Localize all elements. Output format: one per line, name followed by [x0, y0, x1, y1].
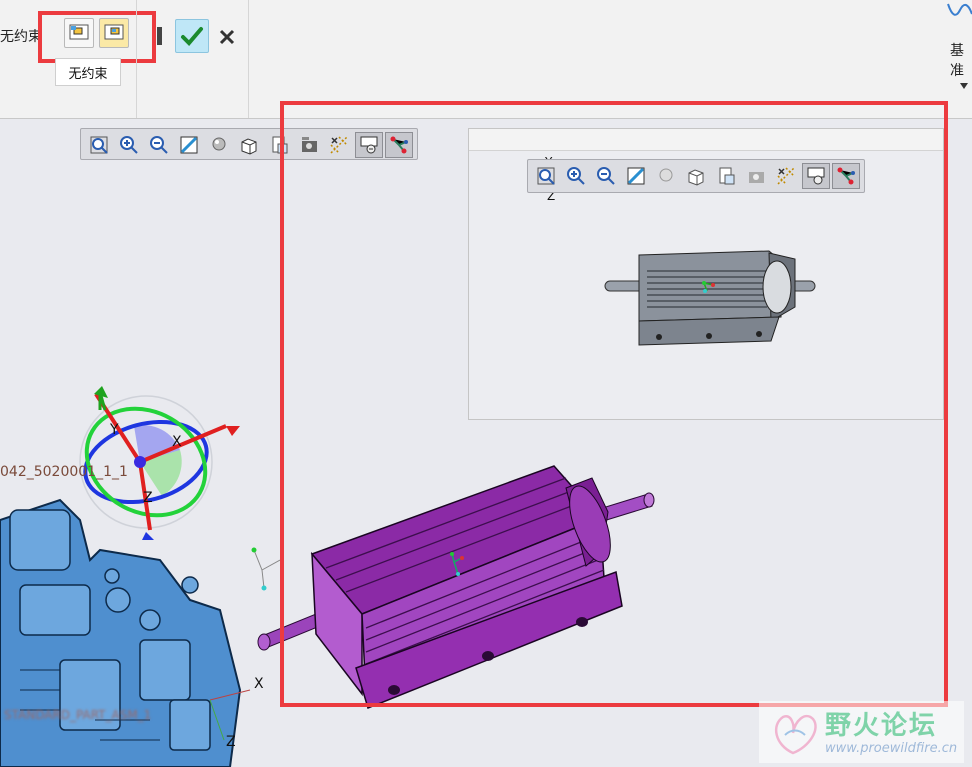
- constraint-label: 无约束: [0, 29, 42, 45]
- named-view-icon[interactable]: [712, 163, 740, 189]
- dragger-axis-x: X: [172, 434, 182, 450]
- display-style-icon[interactable]: [652, 163, 680, 189]
- view-manager-icon[interactable]: [295, 132, 323, 158]
- csys-icon: [251, 547, 280, 591]
- preview-titlebar: [469, 129, 943, 151]
- assembly-axis-x: X: [254, 676, 264, 692]
- blurred-caption: STANDARD_PART_ASM_1: [4, 708, 152, 722]
- watermark-url: www.proewildfire.cn: [825, 741, 958, 756]
- datum-label[interactable]: 基准: [950, 40, 972, 80]
- cancel-button[interactable]: [216, 26, 238, 48]
- datum-dropdown-icon[interactable]: [960, 83, 968, 89]
- saved-views-icon[interactable]: [682, 163, 710, 189]
- named-view-icon[interactable]: [265, 132, 293, 158]
- tooltip: 无约束: [55, 58, 121, 86]
- zoom-in-icon[interactable]: [562, 163, 590, 189]
- part-name-label: 042_5020001_1_1: [0, 464, 128, 480]
- main-view-toolbar: [80, 128, 418, 160]
- preview-window[interactable]: Y Z: [468, 128, 944, 420]
- spin-center-icon[interactable]: [355, 132, 383, 158]
- ribbon: 无约束 无约束 基准: [0, 0, 972, 119]
- display-style-icon[interactable]: [205, 132, 233, 158]
- watermark-logo-icon: [774, 714, 817, 755]
- view-manager-icon[interactable]: [742, 163, 770, 189]
- zoom-out-icon[interactable]: [592, 163, 620, 189]
- selected-motor-model[interactable]: [256, 458, 666, 730]
- datum-icon[interactable]: [944, 0, 972, 30]
- ribbon-highlight-box: [38, 11, 156, 63]
- spin-center-icon[interactable]: [802, 163, 830, 189]
- close-icon: [219, 29, 235, 45]
- no-constraint-button-b[interactable]: [99, 18, 129, 48]
- ribbon-divider: [136, 0, 137, 118]
- watermark-title: 野火论坛: [825, 711, 938, 741]
- assembly-axis-z: Z: [226, 734, 236, 750]
- repaint-icon[interactable]: [175, 132, 203, 158]
- preview-view-toolbar: [527, 159, 865, 193]
- dragger-axis-z: Z: [143, 490, 153, 506]
- no-constraint-button-a[interactable]: [64, 18, 94, 48]
- datum-display-icon[interactable]: [325, 132, 353, 158]
- dragger-axis-y: Y: [110, 422, 119, 438]
- zoom-fit-icon[interactable]: [532, 163, 560, 189]
- zoom-fit-icon[interactable]: [85, 132, 113, 158]
- annotation-display-icon[interactable]: [832, 163, 860, 189]
- annotation-display-icon[interactable]: [385, 132, 413, 158]
- ribbon-divider: [248, 0, 249, 118]
- saved-views-icon[interactable]: [235, 132, 263, 158]
- checkmark-icon: [181, 27, 203, 46]
- datum-display-icon[interactable]: [772, 163, 800, 189]
- preview-motor-model: [604, 250, 816, 346]
- confirm-button[interactable]: [175, 19, 209, 53]
- repaint-icon[interactable]: [622, 163, 650, 189]
- zoom-in-icon[interactable]: [115, 132, 143, 158]
- watermark: 野火论坛 www.proewildfire.cn: [759, 701, 964, 763]
- zoom-out-icon[interactable]: [145, 132, 173, 158]
- pause-icon[interactable]: [157, 27, 162, 45]
